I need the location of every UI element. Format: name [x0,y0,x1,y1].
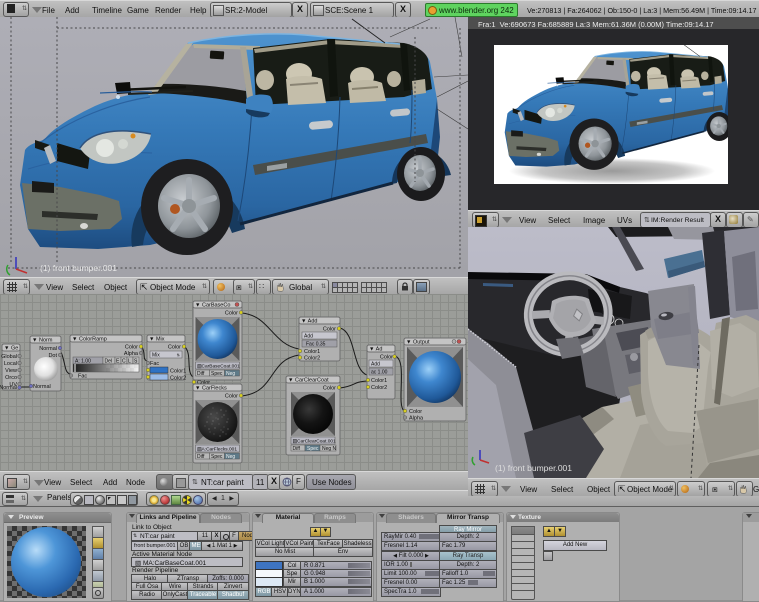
svg-text:▼ Ge: ▼ Ge [4,346,18,352]
svg-text:Spec: Spec [307,446,319,452]
svg-text:Normal: Normal [0,385,17,391]
svg-text:Spec: Spec [211,454,223,460]
svg-text:Local: Local [4,361,17,367]
svg-text:Color2: Color2 [170,376,186,382]
svg-text:Mix: Mix [152,353,160,359]
svg-text:Color: Color [225,394,238,400]
svg-text:▼ Output: ▼ Output [406,340,430,346]
svg-text:Normal: Normal [39,346,57,352]
svg-text:Color: Color [380,355,393,361]
svg-text:Add: Add [304,334,313,340]
svg-text:▼ Mix: ▼ Mix [149,337,165,343]
svg-text:▼ CarClearCoat: ▼ CarClearCoat [288,378,329,384]
svg-text:Color1: Color1 [304,349,320,355]
svg-text:Spec: Spec [211,371,223,377]
svg-text:▼ Ad: ▼ Ad [369,347,382,353]
svg-text:Color2: Color2 [304,356,320,362]
svg-text:Diff: Diff [293,446,301,452]
svg-text:▼ Add: ▼ Add [301,319,317,325]
svg-text:▧CarClearCoat.001: ▧CarClearCoat.001 [293,439,337,445]
svg-text:Alpha: Alpha [409,416,424,422]
svg-text:Del: Del [105,359,113,365]
svg-text:Diff: Diff [197,371,205,377]
svg-text:Alpha: Alpha [124,351,139,357]
svg-text:Global: Global [1,354,17,360]
svg-text:ac 1.00: ac 1.00 [371,370,388,376]
svg-text:Fac: Fac [150,361,159,367]
svg-text:Diff: Diff [197,454,205,460]
svg-text:▼ CarFlecks: ▼ CarFlecks [195,386,227,392]
svg-text:Add: Add [371,362,380,368]
svg-text:▼ Norm: ▼ Norm [32,338,53,344]
svg-text:View: View [5,368,17,374]
svg-text:Neg: Neg [226,371,235,377]
svg-text:▧CarBaseCoat.001: ▧CarBaseCoat.001 [197,364,240,370]
svg-text:Neg: Neg [226,454,235,460]
svg-text:▼ ColorRamp: ▼ ColorRamp [72,337,107,343]
svg-text:C: C [122,359,126,365]
svg-text:Color: Color [323,327,336,333]
svg-text:Color: Color [168,345,181,351]
svg-text:Orco: Orco [5,375,17,381]
svg-text:Neg N: Neg N [322,446,337,452]
svg-text:Color: Color [125,345,138,351]
svg-text:Color1: Color1 [170,369,186,375]
svg-text:Fac 0.35: Fac 0.35 [306,342,326,348]
svg-text:Color1: Color1 [371,378,387,384]
svg-text:Normal: Normal [33,384,51,390]
svg-text:Color2: Color2 [371,385,387,391]
svg-text:A: 1.00: A: 1.00 [75,359,91,365]
svg-text:▼ CarBaseCo: ▼ CarBaseCo [195,303,230,309]
svg-text:Color: Color [225,311,238,317]
svg-text:Color: Color [323,386,336,392]
svg-text:▧A:CarFlecks.001: ▧A:CarFlecks.001 [197,447,237,453]
svg-text:Color: Color [409,409,422,415]
svg-text:Fac: Fac [78,374,87,380]
svg-text:L: L [128,359,131,365]
